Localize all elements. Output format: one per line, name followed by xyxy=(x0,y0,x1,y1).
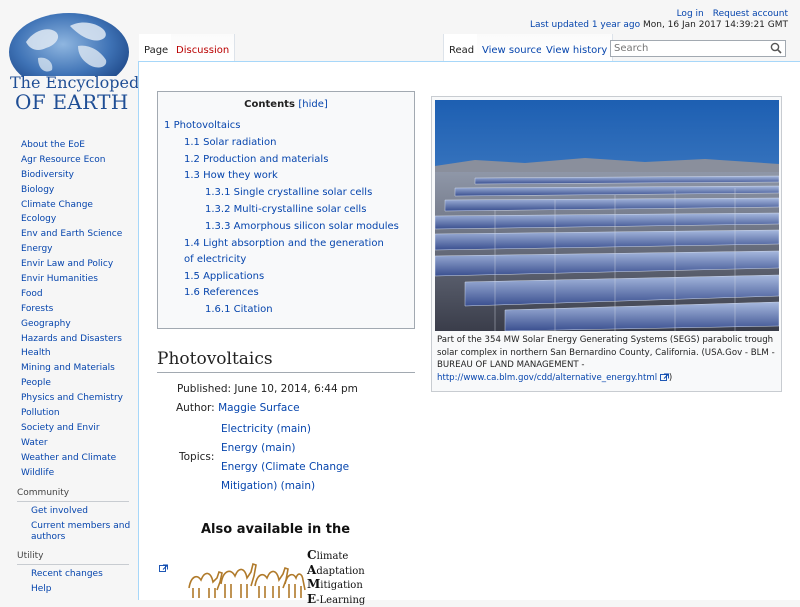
author-label: Author: xyxy=(176,402,215,414)
tab-read[interactable]: Read xyxy=(443,34,481,61)
author-link[interactable]: Maggie Surface xyxy=(218,402,300,414)
personal-tools: Log in Request account xyxy=(677,9,788,19)
tab-view-source[interactable]: View source xyxy=(477,34,549,61)
sidebar-item-pollution[interactable]: Pollution xyxy=(21,408,60,418)
sidebar-item-food[interactable]: Food xyxy=(21,289,43,299)
topic-link-electricity[interactable]: Electricity (main) xyxy=(221,423,311,435)
author-line: Author: Maggie Surface xyxy=(176,402,300,414)
sidebar-item-health[interactable]: Health xyxy=(21,348,51,358)
toc-item[interactable]: 1.6 References xyxy=(184,287,259,298)
toc-item[interactable]: 1.3.1 Single crystalline solar cells xyxy=(205,187,372,198)
sidebar-item-envir-law-policy[interactable]: Envir Law and Policy xyxy=(21,259,113,269)
utility-portal: Utility Recent changes Help xyxy=(0,551,138,595)
toc-item[interactable]: 1.3 How they work xyxy=(184,170,278,181)
sidebar-item-env-earth-science[interactable]: Env and Earth Science xyxy=(21,229,122,239)
globe-logo-icon xyxy=(9,13,129,76)
sidebar-item-society-envir[interactable]: Society and Envir xyxy=(21,423,100,433)
topic-link-energy[interactable]: Energy (main) xyxy=(221,442,296,454)
sidebar-item-water[interactable]: Water xyxy=(21,438,48,448)
toc-item[interactable]: 1.3.3 Amorphous silicon solar modules xyxy=(205,221,399,232)
sidebar-item-mining-materials[interactable]: Mining and Materials xyxy=(21,363,115,373)
last-updated-link[interactable]: Last updated 1 year ago xyxy=(530,20,640,30)
topics-label: Topics: xyxy=(179,451,215,463)
tab-discussion[interactable]: Discussion xyxy=(171,34,236,61)
sidebar-item-weather-climate[interactable]: Weather and Climate xyxy=(21,453,116,463)
sidebar-item-hazards-disasters[interactable]: Hazards and Disasters xyxy=(21,334,122,344)
camel-banner[interactable]: Also available in the Climate Adaptation… xyxy=(185,520,375,606)
tab-view-history[interactable]: View history xyxy=(541,34,614,61)
thumbnail-figure: Part of the 354 MW Solar Energy Generati… xyxy=(431,96,782,392)
toc-title: Contents [hide] xyxy=(158,99,414,114)
sidebar-item-ecology[interactable]: Ecology xyxy=(21,214,56,224)
sidebar: About the EoE Agr Resource Econ Biodiver… xyxy=(0,138,138,599)
caption-text: Part of the 354 MW Solar Energy Generati… xyxy=(437,335,775,371)
sidebar-item-wildlife[interactable]: Wildlife xyxy=(21,468,54,478)
toc-heading: Contents xyxy=(244,99,295,110)
site-logo[interactable]: The Encyclopedia OF EARTH xyxy=(6,10,154,114)
last-updated: Last updated 1 year ago Mon, 16 Jan 2017… xyxy=(530,20,788,30)
search-icon[interactable] xyxy=(770,42,782,54)
sidebar-item-biodiversity[interactable]: Biodiversity xyxy=(21,170,74,180)
toc-item[interactable]: 1.4 Light absorption and the generation … xyxy=(184,238,384,266)
sidebar-item-energy[interactable]: Energy xyxy=(21,244,53,254)
page-title: Photovoltaics xyxy=(157,349,415,373)
sidebar-topic-list: About the EoE Agr Resource Econ Biodiver… xyxy=(0,138,138,480)
tab-page[interactable]: Page xyxy=(139,34,175,61)
caption-end: ) xyxy=(668,373,673,384)
help-link[interactable]: Help xyxy=(31,584,52,594)
external-link-icon[interactable] xyxy=(159,564,168,572)
solar-farm-photo[interactable] xyxy=(435,100,779,331)
sidebar-item-physics-chemistry[interactable]: Physics and Chemistry xyxy=(21,393,123,403)
community-portal: Community Get involved Current members a… xyxy=(0,488,138,543)
topic-link-energy-climate[interactable]: Energy (Climate Change xyxy=(221,461,349,473)
get-involved-link[interactable]: Get involved xyxy=(31,506,88,516)
banner-heading: Also available in the xyxy=(201,522,351,537)
banner-acronym: Climate Adaptation Mitigation E-Learning xyxy=(307,548,366,606)
toc-item[interactable]: 1.2 Production and materials xyxy=(184,154,328,165)
toc-item[interactable]: 1.1 Solar radiation xyxy=(184,137,276,148)
sidebar-item-geography[interactable]: Geography xyxy=(21,319,71,329)
sidebar-item-people[interactable]: People xyxy=(21,378,51,388)
toc-item[interactable]: 1.5 Applications xyxy=(184,271,264,282)
sidebar-item-envir-humanities[interactable]: Envir Humanities xyxy=(21,274,98,284)
request-account-link[interactable]: Request account xyxy=(713,9,788,19)
toc-item[interactable]: 1 Photovoltaics xyxy=(164,120,240,131)
last-updated-date: Mon, 16 Jan 2017 14:39:21 GMT xyxy=(642,20,788,30)
table-of-contents: Contents [hide] 1 Photovoltaics 1.1 Sola… xyxy=(157,91,415,329)
search-input[interactable] xyxy=(611,41,764,56)
sidebar-item-agr-resource-econ[interactable]: Agr Resource Econ xyxy=(21,155,105,165)
recent-changes-link[interactable]: Recent changes xyxy=(31,569,103,579)
topic-link-energy-climate-cont[interactable]: Mitigation) (main) xyxy=(221,480,315,492)
community-heading: Community xyxy=(17,488,129,503)
utility-heading: Utility xyxy=(17,551,129,566)
caption-source-link[interactable]: http://www.ca.blm.gov/cdd/alternative_en… xyxy=(437,373,657,383)
search-box xyxy=(610,40,786,57)
toc-item[interactable]: 1.6.1 Citation xyxy=(205,304,273,315)
external-link-icon xyxy=(659,373,669,382)
logo-text-line2: OF EARTH xyxy=(15,90,129,114)
sidebar-item-about[interactable]: About the EoE xyxy=(21,140,85,150)
figure-caption: Part of the 354 MW Solar Energy Generati… xyxy=(437,334,779,385)
current-members-link[interactable]: Current members and authors xyxy=(31,521,130,542)
toc-hide-toggle[interactable]: [hide] xyxy=(298,99,327,110)
sidebar-item-forests[interactable]: Forests xyxy=(21,304,53,314)
sidebar-item-climate-change[interactable]: Climate Change xyxy=(21,200,93,210)
camels-illustration-icon xyxy=(188,562,306,598)
toc-item[interactable]: 1.3.2 Multi-crystalline solar cells xyxy=(205,204,366,215)
published-date: Published: June 10, 2014, 6:44 pm xyxy=(177,383,358,395)
sidebar-item-biology[interactable]: Biology xyxy=(21,185,54,195)
login-link[interactable]: Log in xyxy=(677,9,704,19)
